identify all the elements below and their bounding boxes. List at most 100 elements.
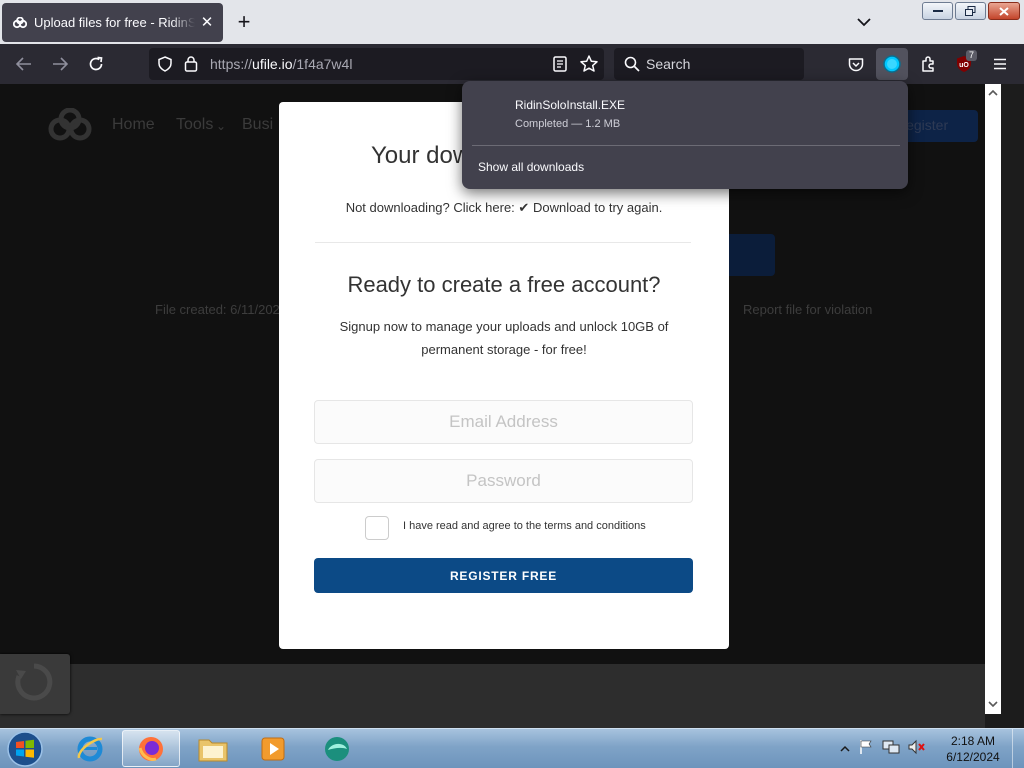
email-field[interactable] [314, 400, 693, 444]
action-center-flag-icon[interactable] [858, 739, 874, 760]
reload-button[interactable] [84, 52, 108, 76]
reload-icon [89, 56, 103, 71]
close-icon [999, 6, 1009, 16]
modal-heading: Your dow [371, 142, 471, 169]
downloads-panel-divider [472, 145, 900, 146]
downloads-button[interactable] [876, 48, 908, 80]
back-button[interactable] [12, 52, 36, 76]
checkmark-icon: ✔ [518, 200, 530, 215]
back-arrow-icon [16, 57, 31, 71]
new-tab-button[interactable]: + [233, 11, 255, 34]
firefox-icon [138, 736, 163, 761]
url-scheme: https:// [210, 56, 253, 72]
pocket-button[interactable] [844, 52, 868, 76]
taskbar-internet-explorer[interactable] [61, 730, 119, 767]
scroll-up-arrow-icon[interactable] [985, 84, 1001, 100]
page-scrollbar[interactable] [985, 84, 1001, 714]
signup-description: Signup now to manage your uploads and un… [339, 319, 669, 357]
bookmark-star-icon[interactable] [580, 55, 598, 77]
url-host: ufile.io [252, 56, 293, 72]
windows-orb-icon [7, 731, 43, 767]
search-icon [624, 56, 640, 77]
tools-chevron-icon: ⌄ [216, 119, 227, 133]
start-button[interactable] [4, 730, 46, 768]
restore-button[interactable] [955, 2, 986, 20]
minimize-button[interactable] [922, 2, 953, 20]
download-file-icon [480, 99, 502, 130]
tab-close-icon[interactable]: ✕ [199, 15, 215, 31]
menu-button[interactable] [988, 52, 1012, 76]
close-window-button[interactable] [988, 2, 1020, 20]
signup-heading: Ready to create a free account? [347, 272, 661, 297]
recaptcha-icon [15, 663, 53, 701]
windows-taskbar: 2:18 AM 6/12/2024 [0, 728, 1024, 768]
scroll-down-arrow-icon[interactable] [985, 696, 1001, 712]
url-bar[interactable]: https://ufile.io/1f4a7w4l [149, 48, 604, 80]
search-box[interactable]: Search [614, 48, 804, 80]
reader-view-icon[interactable] [553, 56, 567, 77]
register-free-button[interactable]: REGISTER FREE [314, 558, 693, 593]
pocket-icon [848, 57, 864, 71]
tab-title: Upload files for free - RidinSolo [34, 15, 195, 30]
svg-text:uO: uO [959, 62, 969, 69]
lock-icon[interactable] [184, 55, 198, 77]
browser-tab[interactable]: Upload files for free - RidinSolo ✕ [2, 3, 223, 42]
modal-divider [315, 242, 691, 243]
download-status: Completed — 1.2 MB [515, 118, 621, 130]
report-file-link[interactable]: Report file for violation [743, 302, 872, 317]
site-nav-tools[interactable]: Tools [176, 116, 213, 134]
forward-button[interactable] [48, 52, 72, 76]
extensions-icon [922, 56, 934, 72]
site-download-button[interactable] [725, 234, 775, 276]
window-controls [922, 2, 1020, 20]
list-all-tabs-chevron-icon[interactable] [854, 12, 874, 32]
ufile-favicon-icon [12, 15, 28, 31]
restore-icon [965, 6, 976, 16]
system-tray [840, 729, 926, 768]
network-icon[interactable] [882, 739, 900, 760]
media-player-icon [261, 737, 285, 760]
taskbar-media-player[interactable] [244, 730, 302, 767]
minimize-icon [932, 10, 943, 12]
file-created-text: File created: 6/11/202 [155, 302, 280, 317]
page-footer-band [0, 664, 985, 728]
url-path: /1f4a7w4l [292, 56, 353, 72]
retry-prompt: Not downloading? Click here: [345, 200, 515, 215]
ublock-button[interactable]: uO 7 [952, 50, 977, 76]
clock-time: 2:18 AM [950, 734, 996, 748]
show-hidden-icons-chevron-icon[interactable] [840, 740, 850, 758]
extensions-button[interactable] [917, 52, 941, 76]
folder-icon [198, 739, 228, 761]
retry-download-line: Not downloading? Click here: ✔ Download … [279, 200, 729, 216]
menu-icon [994, 58, 1006, 70]
site-nav-business[interactable]: Busi [242, 116, 273, 134]
forward-arrow-icon [53, 57, 68, 71]
scrollbar-thumb[interactable] [988, 102, 998, 692]
url-text[interactable]: https://ufile.io/1f4a7w4l [210, 56, 352, 72]
retry-download-link[interactable]: Download to try again. [533, 200, 662, 215]
tab-strip: Upload files for free - RidinSolo ✕ + [0, 0, 1024, 44]
show-all-downloads-button[interactable]: Show all downloads [478, 160, 584, 174]
terms-label[interactable]: I have read and agree to the terms and c… [403, 520, 646, 532]
clock-date: 6/12/2024 [946, 750, 1000, 764]
show-desktop-button[interactable] [1012, 729, 1024, 768]
search-placeholder: Search [646, 56, 691, 72]
taskbar-file-explorer[interactable] [184, 730, 242, 767]
downloads-icon [883, 55, 901, 73]
taskbar-browser-app[interactable] [308, 730, 366, 767]
taskbar-clock[interactable]: 2:18 AM 6/12/2024 [938, 733, 1008, 765]
recaptcha-badge[interactable] [0, 654, 70, 714]
navigation-toolbar: https://ufile.io/1f4a7w4l Search uO 7 [0, 44, 1024, 84]
site-nav-home[interactable]: Home [112, 116, 155, 134]
taskbar-firefox[interactable] [122, 730, 180, 767]
browser-app-icon [325, 736, 349, 761]
internet-explorer-icon [77, 736, 103, 761]
ublock-count-badge: 7 [965, 50, 977, 61]
password-field[interactable] [314, 459, 693, 503]
volume-muted-icon[interactable] [908, 739, 926, 760]
download-file-name[interactable]: RidinSoloInstall.EXE [515, 98, 625, 112]
downloads-panel: RidinSoloInstall.EXE Completed — 1.2 MB … [462, 81, 908, 189]
shield-icon[interactable] [157, 56, 173, 77]
site-logo-icon[interactable] [46, 107, 94, 142]
terms-checkbox[interactable] [365, 516, 389, 540]
